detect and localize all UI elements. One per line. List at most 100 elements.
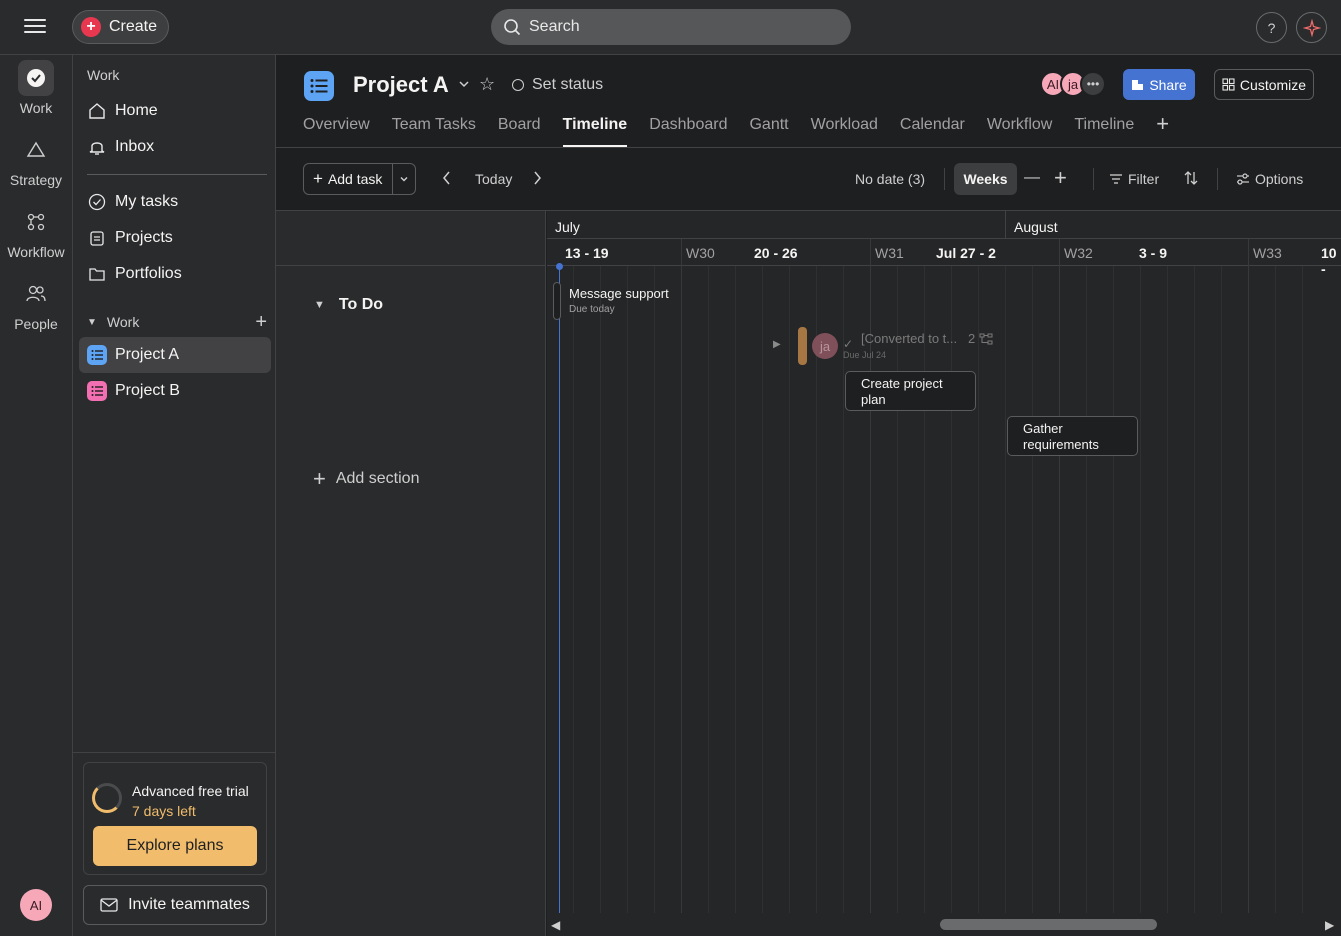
customize-button[interactable]: Customize xyxy=(1214,69,1314,100)
add-section-label: Add section xyxy=(335,470,420,487)
tab-calendar[interactable]: Calendar xyxy=(900,115,965,147)
caret-right-icon[interactable]: ▶ xyxy=(773,339,781,350)
rail-item-work[interactable]: Work xyxy=(0,60,72,116)
rail-label: Strategy xyxy=(9,172,63,188)
day-line xyxy=(1005,266,1006,916)
zoom-out-icon[interactable]: — xyxy=(1024,169,1040,187)
rail-item-workflow[interactable]: Workflow xyxy=(0,204,72,260)
task-title[interactable]: Message support xyxy=(569,286,669,301)
sidebar-heading: Work xyxy=(87,67,120,83)
task-card-gather-requirements[interactable]: Gather requirements xyxy=(1007,416,1138,456)
sidebar-item-inbox[interactable]: Inbox xyxy=(79,129,271,165)
sidebar-item-label: Projects xyxy=(115,229,173,246)
rail-item-people[interactable]: People xyxy=(0,276,72,332)
filter-button[interactable]: Filter xyxy=(1109,171,1159,187)
week-separator xyxy=(1248,239,1249,936)
tab-dashboard[interactable]: Dashboard xyxy=(649,115,727,147)
day-line xyxy=(951,266,952,916)
options-button[interactable]: Options xyxy=(1236,171,1303,187)
chevron-left-icon[interactable] xyxy=(442,170,452,189)
tab-board[interactable]: Board xyxy=(498,115,541,147)
create-button[interactable]: + Create xyxy=(72,10,169,44)
add-tab-icon[interactable]: + xyxy=(1156,113,1169,147)
sidebar-item-label: My tasks xyxy=(115,193,179,210)
customize-label: Customize xyxy=(1239,76,1307,93)
weeks-zoom-select[interactable]: Weeks xyxy=(954,163,1017,195)
explore-plans-button[interactable]: Explore plans xyxy=(93,826,257,866)
invite-teammates-button[interactable]: Invite teammates xyxy=(83,885,267,925)
task-bar-converted[interactable] xyxy=(798,327,807,365)
trial-box: Advanced free trial 7 days left Explore … xyxy=(83,762,267,875)
search-placeholder: Search xyxy=(529,18,580,35)
task-bar-message-support[interactable] xyxy=(553,282,561,320)
more-members-icon[interactable]: ••• xyxy=(1080,71,1106,97)
day-line xyxy=(1221,266,1222,916)
options-label: Options xyxy=(1255,171,1304,187)
task-title[interactable]: [Converted to t... xyxy=(861,331,964,346)
set-status-button[interactable]: Set status xyxy=(512,76,603,94)
add-section-button[interactable]: + Add section xyxy=(313,466,420,491)
scroll-right-icon[interactable]: ▶ xyxy=(1325,918,1334,932)
sidebar-item-project-b[interactable]: Project B xyxy=(79,373,271,409)
tab-gantt[interactable]: Gantt xyxy=(749,115,788,147)
ai-sparkle-button[interactable] xyxy=(1296,12,1327,43)
user-avatar[interactable]: AI xyxy=(20,889,52,921)
project-tabs: Overview Team Tasks Board Timeline Dashb… xyxy=(303,113,1169,147)
star-icon[interactable]: ☆ xyxy=(479,74,495,95)
today-button[interactable]: Today xyxy=(475,171,512,187)
help-button[interactable]: ? xyxy=(1256,12,1287,43)
plus-icon: + xyxy=(313,466,326,491)
left-rail: Work Strategy Workflow People AI xyxy=(0,55,72,936)
bell-icon xyxy=(87,137,107,157)
task-card-create-project-plan[interactable]: Create project plan xyxy=(845,371,976,411)
add-task-main[interactable]: + Add task xyxy=(304,164,393,194)
avatar[interactable]: ja xyxy=(812,333,838,359)
add-project-icon[interactable]: + xyxy=(255,311,267,334)
sidebar-item-project-a[interactable]: Project A xyxy=(79,337,271,373)
section-header[interactable]: ▼ To Do xyxy=(314,296,383,314)
member-avatars[interactable]: AI ja ••• xyxy=(1040,71,1106,97)
add-task-button[interactable]: + Add task xyxy=(303,163,416,195)
menu-icon[interactable] xyxy=(24,16,46,38)
check-circle-icon xyxy=(87,192,107,212)
share-button[interactable]: Share xyxy=(1123,69,1195,100)
day-line xyxy=(600,266,601,916)
day-line xyxy=(762,266,763,916)
rail-item-strategy[interactable]: Strategy xyxy=(0,132,72,188)
sidebar-item-label: Project B xyxy=(115,382,180,399)
toolbar-separator xyxy=(1217,168,1218,190)
sort-icon[interactable] xyxy=(1184,170,1198,189)
tab-team-tasks[interactable]: Team Tasks xyxy=(392,115,476,147)
sidebar-section-work[interactable]: ▼ Work + xyxy=(87,311,267,334)
sidebar-item-home[interactable]: Home xyxy=(79,93,271,129)
no-date-button[interactable]: No date (3) xyxy=(855,171,925,187)
tab-workflow[interactable]: Workflow xyxy=(987,115,1053,147)
day-line xyxy=(1302,266,1303,916)
chevron-right-icon[interactable] xyxy=(532,170,542,189)
scrollbar-thumb[interactable] xyxy=(940,919,1157,930)
tab-timeline[interactable]: Timeline xyxy=(562,115,627,147)
check-icon[interactable]: ✓ xyxy=(843,337,853,351)
day-line xyxy=(1140,266,1141,916)
sparkle-icon xyxy=(1302,18,1321,37)
sidebar-section-label: Work xyxy=(106,314,140,330)
list-icon xyxy=(87,345,107,365)
zoom-in-icon[interactable]: + xyxy=(1054,165,1067,191)
chevron-down-icon[interactable] xyxy=(458,77,470,93)
caret-down-icon[interactable]: ▼ xyxy=(314,299,325,311)
week-range-label: 3 - 9 xyxy=(1139,245,1168,261)
today-marker-dot xyxy=(556,263,563,270)
sidebar-item-projects[interactable]: Projects xyxy=(79,220,271,256)
tab-overview[interactable]: Overview xyxy=(303,115,370,147)
tab-workload[interactable]: Workload xyxy=(811,115,878,147)
week-separator xyxy=(1059,239,1060,936)
search-input[interactable]: Search xyxy=(491,9,851,45)
caret-down-icon[interactable]: ▼ xyxy=(87,317,97,328)
project-list-icon[interactable] xyxy=(304,71,334,101)
scroll-left-icon[interactable]: ◀ xyxy=(551,918,560,932)
chevron-down-icon[interactable] xyxy=(393,164,415,194)
sidebar-item-my-tasks[interactable]: My tasks xyxy=(79,184,271,220)
timeline-grid[interactable]: July August 13 - 19 W30 20 - 26 W31 Jul … xyxy=(547,211,1341,936)
sidebar-item-portfolios[interactable]: Portfolios xyxy=(79,256,271,292)
tab-timeline-2[interactable]: Timeline xyxy=(1074,115,1134,147)
